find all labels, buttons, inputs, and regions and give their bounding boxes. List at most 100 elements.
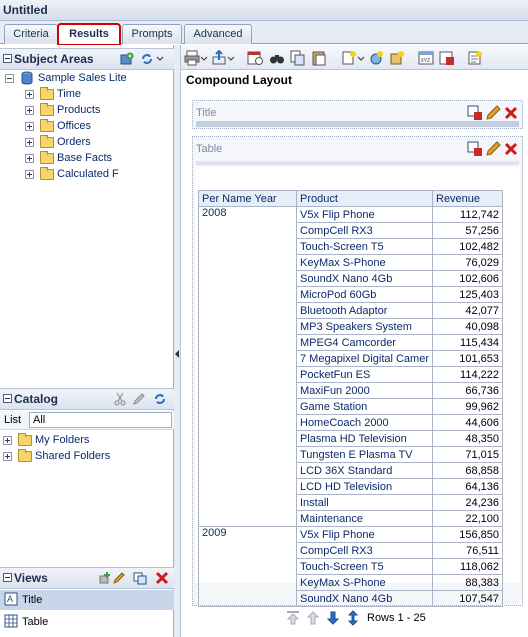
revenue-cell[interactable]: 40,098 (432, 318, 503, 335)
tab-results[interactable]: Results (57, 23, 121, 46)
pencil-icon[interactable] (112, 571, 126, 585)
product-cell[interactable]: MPEG4 Camcorder (296, 334, 433, 351)
revenue-cell[interactable]: 114,222 (432, 366, 503, 383)
product-cell[interactable]: Plasma HD Television (296, 430, 433, 447)
expand-icon[interactable] (25, 170, 34, 179)
add-subject-area-icon[interactable] (120, 52, 134, 66)
revenue-cell[interactable]: 22,100 (432, 510, 503, 527)
collapse-node-icon[interactable] (5, 74, 14, 83)
tab-prompts[interactable]: Prompts (122, 24, 182, 44)
year-cell[interactable]: 2009 (198, 526, 297, 607)
expand-icon[interactable] (25, 122, 34, 131)
revenue-cell[interactable]: 42,077 (432, 302, 503, 319)
product-cell[interactable]: V5x Flip Phone (296, 526, 433, 543)
product-cell[interactable]: Bluetooth Adaptor (296, 302, 433, 319)
collapse-arrow-icon[interactable] (175, 350, 179, 358)
revenue-cell[interactable]: 66,736 (432, 382, 503, 399)
product-cell[interactable]: HomeCoach 2000 (296, 414, 433, 431)
first-page-icon[interactable] (285, 610, 301, 626)
expand-icon[interactable] (3, 436, 12, 445)
revenue-cell[interactable]: 125,403 (432, 286, 503, 303)
tab-advanced[interactable]: Advanced (184, 24, 252, 44)
show-all-rows-icon[interactable] (345, 610, 361, 626)
copy-icon[interactable] (290, 50, 306, 66)
collapse-icon[interactable] (3, 54, 12, 63)
product-cell[interactable]: CompCell RX3 (296, 542, 433, 559)
expand-icon[interactable] (3, 452, 12, 461)
product-cell[interactable]: PocketFun ES (296, 366, 433, 383)
expand-icon[interactable] (25, 138, 34, 147)
tab-criteria[interactable]: Criteria (4, 24, 58, 44)
delete-icon[interactable] (155, 571, 169, 585)
expand-icon[interactable] (25, 90, 34, 99)
new-calculated-item-icon[interactable] (368, 50, 384, 66)
preview-icon[interactable] (269, 50, 285, 66)
refresh-icon[interactable] (153, 392, 167, 406)
year-cell[interactable]: 2008 (198, 206, 297, 527)
pencil-icon[interactable] (132, 392, 146, 406)
export-icon[interactable] (211, 50, 227, 66)
collapse-icon[interactable] (3, 573, 12, 582)
new-view-icon[interactable] (341, 50, 357, 66)
edit-view-icon[interactable] (485, 105, 501, 121)
revenue-cell[interactable]: 102,482 (432, 238, 503, 255)
product-cell[interactable]: CompCell RX3 (296, 222, 433, 239)
edit-formula-icon[interactable] (439, 50, 455, 66)
product-cell[interactable]: Maintenance (296, 510, 433, 527)
expand-icon[interactable] (25, 106, 34, 115)
revenue-cell[interactable]: 118,062 (432, 558, 503, 575)
refresh-icon[interactable] (140, 52, 154, 66)
format-view-icon[interactable] (467, 141, 483, 157)
product-cell[interactable]: V5x Flip Phone (296, 206, 433, 223)
revenue-cell[interactable]: 76,511 (432, 542, 503, 559)
product-cell[interactable]: Tungsten E Plasma TV (296, 446, 433, 463)
next-page-icon[interactable] (325, 610, 341, 626)
revenue-cell[interactable]: 64,136 (432, 478, 503, 495)
revenue-cell[interactable]: 76,029 (432, 254, 503, 271)
product-cell[interactable]: SoundX Nano 4Gb (296, 270, 433, 287)
chevron-down-icon[interactable] (227, 50, 235, 66)
revenue-cell[interactable]: 156,850 (432, 526, 503, 543)
revenue-cell[interactable]: 71,015 (432, 446, 503, 463)
product-cell[interactable]: KeyMax S-Phone (296, 254, 433, 271)
add-view-icon[interactable] (98, 571, 112, 585)
product-cell[interactable]: Install (296, 494, 433, 511)
properties-icon[interactable] (467, 50, 483, 66)
revenue-cell[interactable]: 68,858 (432, 462, 503, 479)
collapse-icon[interactable] (3, 394, 12, 403)
product-cell[interactable]: SoundX Nano 4Gb (296, 590, 433, 607)
revenue-cell[interactable]: 24,236 (432, 494, 503, 511)
product-cell[interactable]: MicroPod 60Gb (296, 286, 433, 303)
revenue-cell[interactable]: 101,653 (432, 350, 503, 367)
product-cell[interactable]: MP3 Speakers System (296, 318, 433, 335)
title-view-container[interactable]: Title (192, 100, 523, 129)
scissors-icon[interactable] (113, 392, 127, 406)
format-view-icon[interactable] (467, 105, 483, 121)
duplicate-view-icon[interactable] (133, 571, 147, 585)
views-list-item-selected[interactable]: A Title (0, 590, 174, 610)
product-cell[interactable]: LCD HD Television (296, 478, 433, 495)
revenue-cell[interactable]: 107,547 (432, 590, 503, 607)
remove-view-icon[interactable] (503, 141, 519, 157)
chevron-down-icon[interactable] (156, 54, 164, 64)
previous-page-icon[interactable] (305, 610, 321, 626)
revenue-cell[interactable]: 102,606 (432, 270, 503, 287)
revenue-cell[interactable]: 44,606 (432, 414, 503, 431)
product-cell[interactable]: 7 Megapixel Digital Camer (296, 350, 433, 367)
column-header[interactable]: Revenue (432, 190, 503, 207)
new-group-icon[interactable] (389, 50, 405, 66)
edit-xml-icon[interactable]: XYZ (418, 50, 434, 66)
revenue-cell[interactable]: 57,256 (432, 222, 503, 239)
revenue-cell[interactable]: 99,962 (432, 398, 503, 415)
column-header[interactable]: Product (296, 190, 433, 207)
edit-view-icon[interactable] (485, 141, 501, 157)
remove-view-icon[interactable] (503, 105, 519, 121)
pane-splitter[interactable] (174, 45, 181, 637)
chevron-down-icon[interactable] (200, 50, 208, 66)
print-icon[interactable] (184, 50, 200, 66)
expand-icon[interactable] (25, 154, 34, 163)
schedule-icon[interactable] (247, 50, 263, 66)
product-cell[interactable]: Touch-Screen T5 (296, 558, 433, 575)
list-filter-input[interactable]: All (29, 412, 172, 428)
paste-icon[interactable] (311, 50, 327, 66)
